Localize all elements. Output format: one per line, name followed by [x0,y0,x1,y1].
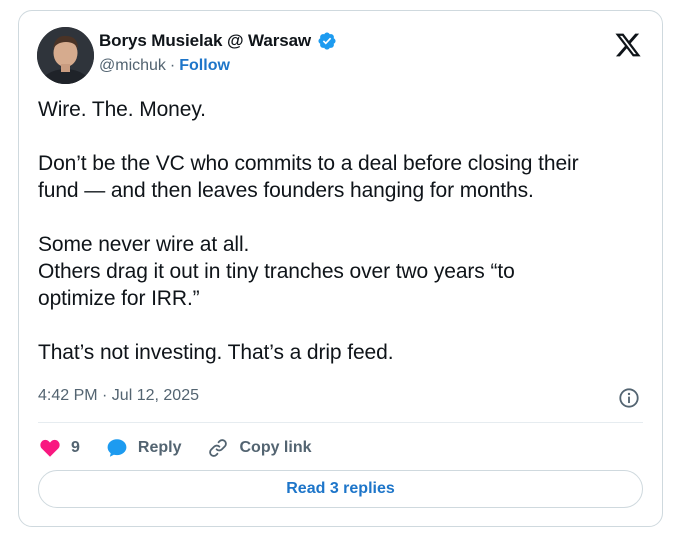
tweet-card: Borys Musielak @ Warsaw @michuk · Follow… [18,10,663,527]
copy-link-label: Copy link [239,439,312,456]
link-icon [209,439,228,457]
author-display-name[interactable]: Borys Musielak @ Warsaw [99,31,311,51]
reply-bubble-icon [107,439,127,457]
divider [38,422,643,423]
author-handle[interactable]: @michuk [99,57,166,75]
x-logo-icon[interactable] [614,31,642,59]
action-bar: 9 Reply Copy link [39,436,338,460]
reply-label: Reply [137,439,182,456]
info-icon[interactable] [618,387,640,409]
handle-separator: · [169,57,176,74]
avatar[interactable] [37,27,94,84]
heart-icon [40,439,60,457]
tweet-text: Wire. The. Money. Don’t be the VC who co… [38,96,648,366]
like-button[interactable]: 9 [39,437,80,459]
tweet-line: Don’t be the VC who commits to a deal be… [38,152,579,175]
tweet-line: Wire. The. Money. [38,98,206,121]
read-replies-button[interactable]: Read 3 replies [38,470,643,508]
tweet-line: That’s not investing. That’s a drip feed… [38,341,394,364]
like-count: 9 [71,439,80,456]
verified-badge-icon [318,32,336,50]
tweet-line: Some never wire at all. [38,233,250,256]
tweet-line: optimize for IRR.” [38,287,200,310]
tweet-timestamp[interactable]: 4:42 PM · Jul 12, 2025 [38,387,199,405]
reply-button[interactable]: Reply [106,437,182,459]
follow-button[interactable]: Follow [179,57,230,75]
copy-link-button[interactable]: Copy link [207,437,312,459]
tweet-line: Others drag it out in tiny tranches over… [38,260,515,283]
tweet-line: fund — and then leaves founders hanging … [38,179,534,202]
